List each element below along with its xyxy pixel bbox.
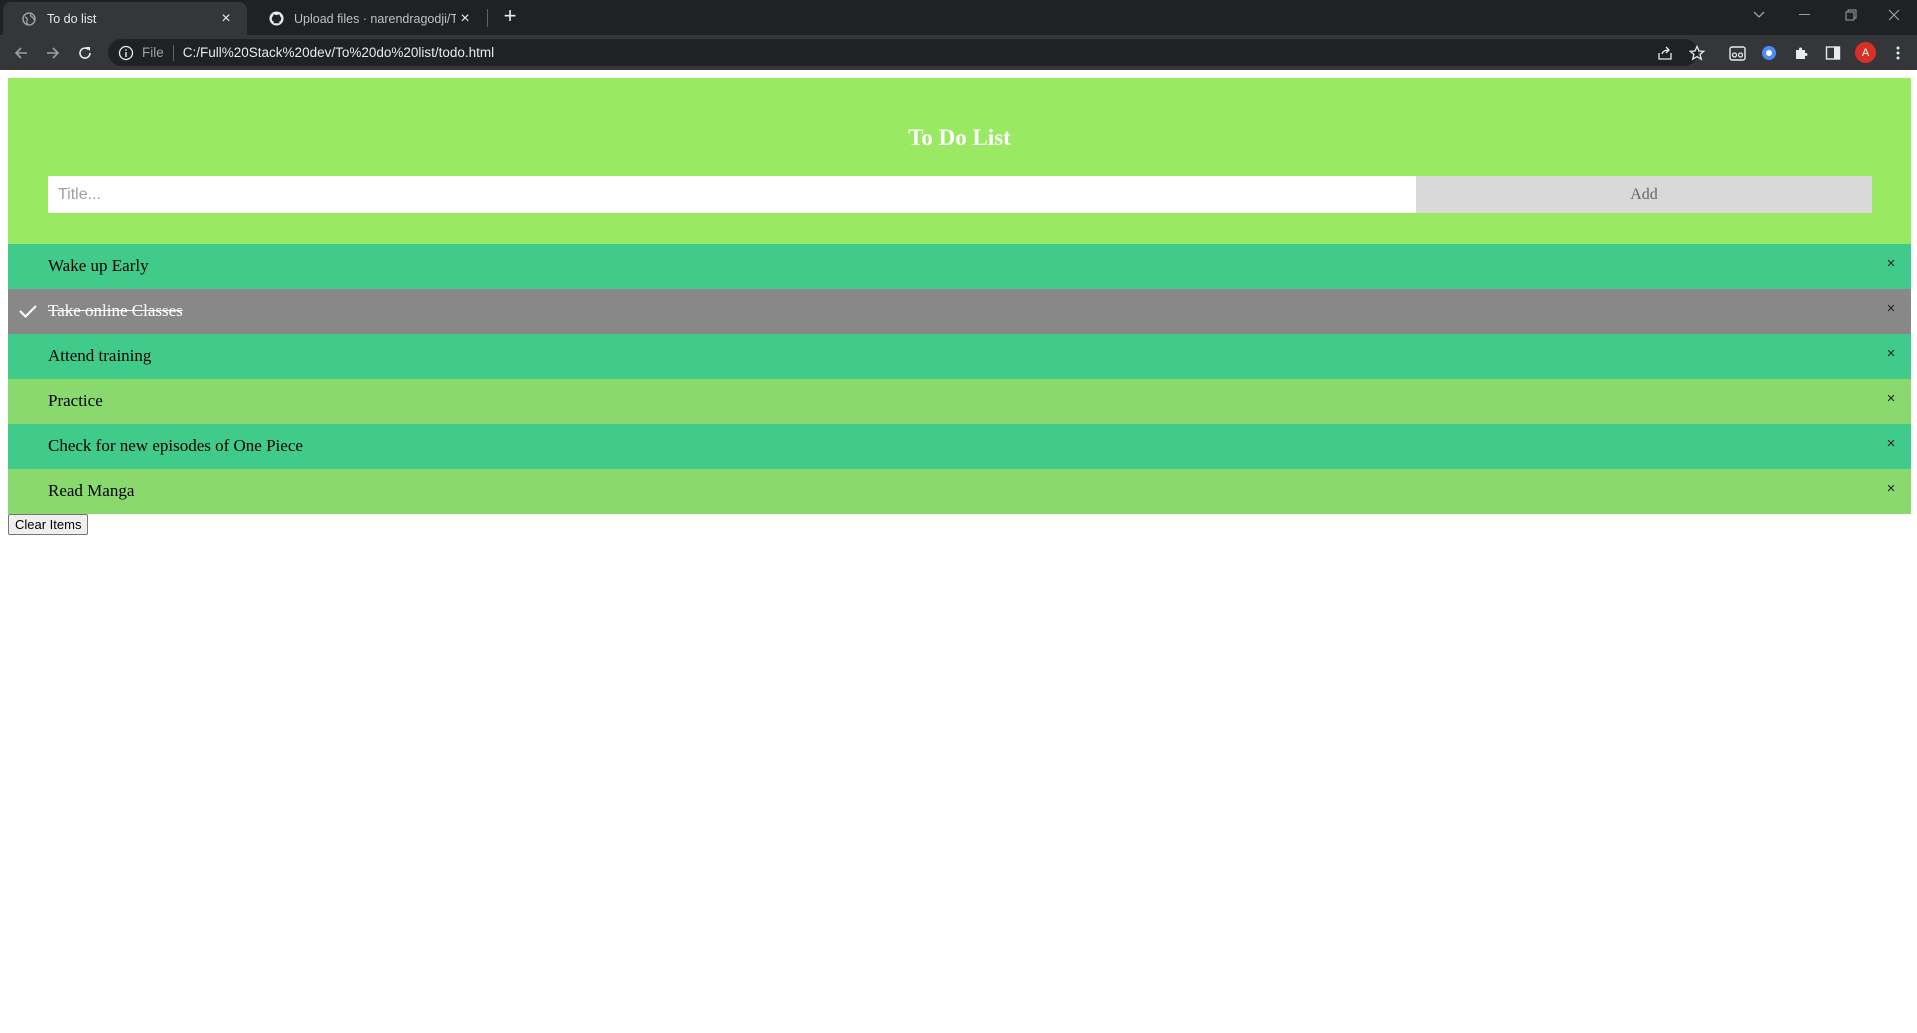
close-icon[interactable]: × (1881, 389, 1901, 409)
extension-circle-icon[interactable] (1759, 43, 1779, 63)
clear-items-button[interactable]: Clear Items (8, 514, 89, 535)
item-label: Wake up Early (48, 256, 149, 275)
item-label: Practice (48, 391, 103, 410)
add-button[interactable]: Add (1416, 176, 1872, 213)
address-scheme: File (142, 45, 164, 60)
list-item[interactable]: Practice × (8, 379, 1911, 424)
close-icon[interactable]: × (1881, 479, 1901, 499)
checkmark-icon (18, 301, 38, 321)
page-viewport: To Do List Add Wake up Early × Take onli… (0, 70, 1917, 1033)
close-tab-icon[interactable]: × (456, 10, 474, 28)
bookmark-star-icon[interactable] (1687, 43, 1707, 63)
todo-header: To Do List Add (8, 78, 1911, 244)
tab-title: To do list (47, 11, 97, 26)
close-icon[interactable]: × (1881, 434, 1901, 454)
list-item[interactable]: Attend training × (8, 334, 1911, 379)
title-input[interactable] (48, 176, 1416, 213)
forward-icon[interactable] (40, 40, 66, 66)
list-item[interactable]: Read Manga × (8, 469, 1911, 514)
list-item[interactable]: Take online Classes × (8, 289, 1911, 334)
item-label: Check for new episodes of One Piece (48, 436, 303, 455)
todo-list: Wake up Early × Take online Classes × At… (8, 244, 1911, 514)
tab-divider (487, 9, 488, 27)
info-icon[interactable] (118, 45, 134, 61)
list-item[interactable]: Check for new episodes of One Piece × (8, 424, 1911, 469)
item-label: Attend training (48, 346, 152, 365)
share-icon[interactable] (1655, 43, 1675, 63)
tab-title: Upload files · narendragodji/Todo (294, 11, 456, 26)
item-label: Read Manga (48, 481, 135, 500)
tab-search-icon[interactable] (1736, 0, 1782, 30)
address-divider (172, 44, 174, 61)
list-item[interactable]: Wake up Early × (8, 244, 1911, 289)
github-icon (268, 11, 284, 27)
address-bar[interactable]: File C:/Full%20Stack%20dev/To%20do%20lis… (108, 39, 1698, 66)
close-icon[interactable]: × (1881, 344, 1901, 364)
item-label: Take online Classes (48, 301, 183, 320)
minimize-icon[interactable] (1782, 0, 1828, 30)
close-icon[interactable]: × (1881, 299, 1901, 319)
close-tab-icon[interactable]: × (217, 10, 235, 28)
more-menu-icon[interactable] (1888, 43, 1908, 63)
tab-to-do-list[interactable]: To do list × (3, 2, 247, 35)
page-title: To Do List (908, 125, 1011, 150)
back-icon[interactable] (8, 40, 34, 66)
tab-upload-files[interactable]: Upload files · narendragodji/Todo × (250, 2, 486, 35)
close-icon[interactable]: × (1881, 254, 1901, 274)
profile-avatar[interactable]: A (1855, 42, 1876, 63)
globe-icon (21, 11, 37, 27)
browser-tabstrip: To do list × Upload files · narendragodj… (0, 0, 1917, 35)
browser-toolbar: File C:/Full%20Stack%20dev/To%20do%20lis… (0, 35, 1917, 70)
side-panel-icon[interactable] (1823, 43, 1843, 63)
address-url[interactable]: C:/Full%20Stack%20dev/To%20do%20list/tod… (183, 45, 494, 60)
extensions-puzzle-icon[interactable] (1791, 43, 1811, 63)
new-tab-icon[interactable]: + (498, 5, 522, 29)
close-window-icon[interactable] (1871, 0, 1917, 30)
reload-icon[interactable] (72, 40, 98, 66)
incognito-extension-icon[interactable] (1727, 43, 1747, 63)
restore-icon[interactable] (1828, 0, 1874, 30)
